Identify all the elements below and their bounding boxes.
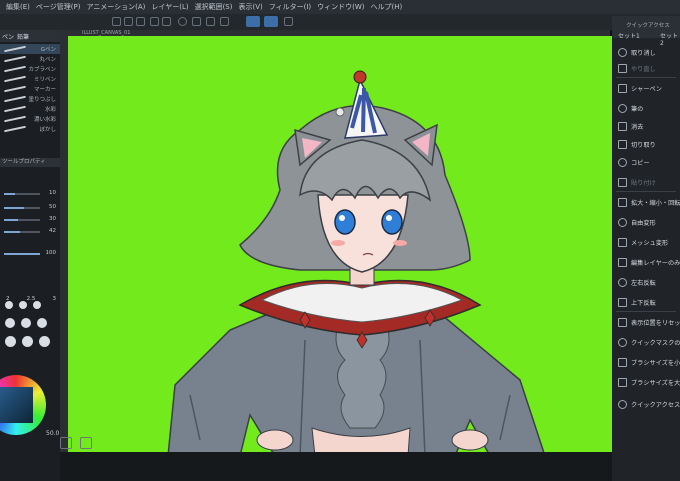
quick-access-item[interactable]: 左右反転: [612, 274, 680, 290]
quick-access-label: 消去: [631, 123, 644, 131]
command-icon: [618, 121, 627, 131]
command-icon: [618, 197, 627, 207]
layer-icon[interactable]: [60, 437, 72, 449]
illustration-layer: [167, 70, 546, 456]
quick-access-label: 取り消し: [631, 49, 656, 57]
quick-access-label: ブラシサイズを大きく: [631, 379, 680, 387]
command-icon: [618, 237, 627, 247]
quick-access-item[interactable]: ブラシサイズを大きく: [612, 374, 680, 390]
quick-access-label: メッシュ変形: [631, 239, 669, 247]
command-icon: [618, 83, 627, 93]
command-icon: [618, 297, 627, 307]
command-icon: [618, 139, 627, 149]
quick-access-item[interactable]: 自由変形: [612, 214, 680, 230]
quick-access-item[interactable]: シャーペン: [612, 80, 680, 96]
quick-access-item[interactable]: やり直し: [612, 60, 680, 76]
quick-access-item[interactable]: 編集レイヤーのみ: [612, 254, 680, 270]
quick-access-item[interactable]: コピー: [612, 154, 680, 170]
command-icon: [618, 257, 627, 267]
quick-access-item[interactable]: 貼り付け: [612, 174, 680, 190]
quick-access-label: 上下反転: [631, 299, 656, 307]
command-icon: [618, 177, 627, 187]
quick-access-item[interactable]: クイックマスクの切替: [612, 334, 680, 350]
quick-access-label: シャーペン: [631, 85, 662, 93]
tab-set-1[interactable]: セット1: [618, 31, 640, 40]
quick-access-item[interactable]: 拡大・縮小・回転: [612, 194, 680, 210]
status-bar: [60, 452, 612, 481]
quick-access-label: 左右反転: [631, 279, 656, 287]
command-icon: [618, 217, 627, 227]
quick-access-label: 拡大・縮小・回転: [631, 199, 680, 207]
quick-access-item[interactable]: 取り消し: [612, 44, 680, 60]
quick-access-label: 自由変形: [631, 219, 656, 227]
quick-access-label: クイックマスクの切替: [631, 339, 680, 347]
separator: [616, 77, 676, 78]
separator: [616, 311, 676, 312]
quick-access-label: コピー: [631, 159, 650, 167]
quick-access-label: ブラシサイズを小さく: [631, 359, 680, 367]
command-icon: [618, 63, 627, 73]
quick-access-item[interactable]: メッシュ変形: [612, 234, 680, 250]
quick-access-label: やり直し: [631, 65, 656, 73]
quick-access-item[interactable]: ブラシサイズを小さく: [612, 354, 680, 370]
command-icon: [618, 277, 627, 287]
quick-access-item[interactable]: 切り取り: [612, 136, 680, 152]
quick-access-item[interactable]: 消去: [612, 118, 680, 134]
quick-access-header: クイックアクセス セット1 セット2: [612, 16, 680, 47]
command-icon: [618, 337, 627, 347]
quick-access-label: 切り取り: [631, 141, 656, 149]
separator: [616, 191, 676, 192]
command-icon: [618, 47, 627, 57]
command-icon: [618, 157, 627, 167]
quick-access-label: 貼り付け: [631, 179, 656, 187]
navigator-icon[interactable]: [80, 437, 92, 449]
quick-access-item[interactable]: 上下反転: [612, 294, 680, 310]
quick-access-label: クイックアクセス: [631, 401, 680, 409]
quick-access-label: 表示位置をリセット: [631, 319, 680, 327]
quick-access-item[interactable]: クイックアクセス: [612, 396, 680, 412]
zoom-value[interactable]: 50.0: [46, 430, 59, 437]
quick-access-title: クイックアクセス: [626, 23, 670, 29]
command-icon: [618, 357, 627, 367]
command-icon: [618, 103, 627, 113]
quick-access-panel: クイックアクセス セット1 セット2 取り消しやり直しシャーペン筆の消去切り取り…: [612, 16, 680, 481]
command-icon: [618, 399, 627, 409]
command-icon: [618, 317, 627, 327]
quick-access-item[interactable]: 筆の: [612, 100, 680, 116]
quick-access-item[interactable]: 表示位置をリセット: [612, 314, 680, 330]
quick-access-label: 筆の: [631, 105, 644, 113]
quick-access-label: 編集レイヤーのみ: [631, 259, 680, 267]
command-icon: [618, 377, 627, 387]
